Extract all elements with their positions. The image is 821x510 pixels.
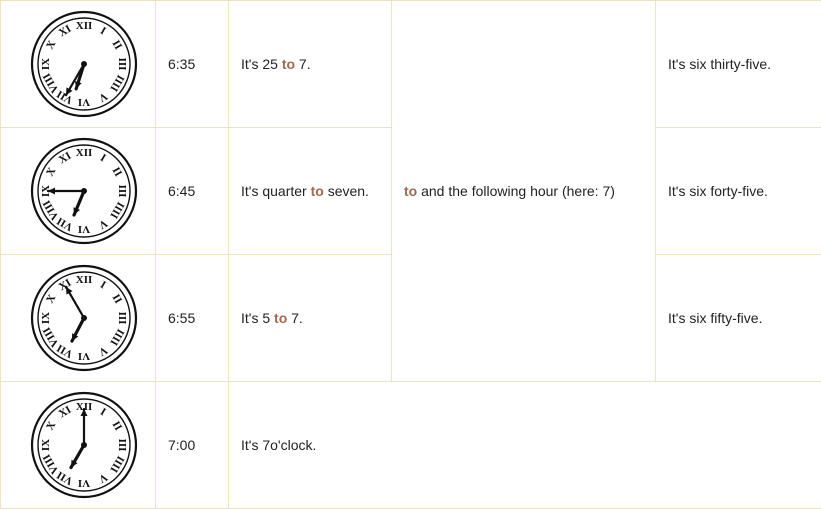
rule-text: and the following hour (here: 7) — [417, 183, 615, 199]
rule-keyword: to — [404, 183, 418, 199]
time-cell: 6:45 — [155, 127, 229, 255]
clock-numeral: IX — [40, 439, 52, 451]
clock-numeral: VI — [78, 223, 90, 235]
clock-center-pin — [81, 61, 87, 67]
analog-clock-icon: XII IIIIIIIIIIVVIVIIVIIIIXXXI — [30, 137, 138, 245]
clock-numeral: VI — [78, 350, 90, 362]
clock-numeral: VI — [78, 477, 90, 489]
expression-after: 7. — [287, 310, 303, 326]
expression-before: It's 5 — [241, 310, 275, 326]
expression-cell: It's quarter to seven. — [228, 127, 392, 255]
spoken-cell: It's six thirty-five. — [655, 0, 821, 128]
clock-cell: XII I II III IIII V VI VII VIII IX X XI — [0, 127, 156, 255]
expression-after: seven. — [323, 183, 369, 199]
clock-center-pin — [81, 188, 87, 194]
table-row: XII I II III IIII V VI VII VIII IX X XI 7:00 It's 7… — [0, 381, 821, 509]
analog-clock-icon: XII IIIIIIIIIIVVIVIIVIIIIXXXI — [30, 391, 138, 499]
clock-numeral: XII — [76, 274, 93, 286]
expression-before: It's quarter — [241, 183, 311, 199]
clock-numeral: III — [116, 439, 128, 452]
rule-cell: to and the following hour (here: 7) — [391, 0, 656, 382]
clock-numeral: IX — [40, 58, 52, 70]
clock-numeral: VI — [78, 96, 90, 108]
time-cell: 6:55 — [155, 254, 229, 382]
time-table: XII I II III IIII V VI VII VIII IX X XI 6:35 It's 2… — [0, 0, 821, 509]
clock-numeral: III — [116, 58, 128, 71]
expression-keyword: to — [310, 183, 324, 199]
clock-numeral: III — [116, 185, 128, 198]
time-cell: 6:35 — [155, 0, 229, 128]
expression-keyword: to — [281, 56, 296, 72]
clock-cell: XII I II III IIII V VI VII VIII IX X XI — [0, 0, 156, 128]
expression-after: 7. — [295, 56, 311, 72]
clock-numeral: XII — [76, 20, 93, 32]
expression-before: It's 25 — [241, 56, 282, 72]
expression-keyword: to — [274, 310, 288, 326]
table-row: XII I II III IIII V VI VII VIII IX X XI 6:35 It's 2… — [0, 0, 821, 382]
clock-numeral: IX — [40, 312, 52, 324]
expression-cell: It's 5 to 7. — [228, 254, 392, 382]
expression-cell: It's 7o'clock. — [228, 381, 821, 509]
spoken-cell: It's six fifty-five. — [655, 254, 821, 382]
expression-before: It's 7o'clock. — [241, 437, 317, 453]
spoken-cell: It's six forty-five. — [655, 127, 821, 255]
expression-cell: It's 25 to 7. — [228, 0, 392, 128]
clock-cell: XII I II III IIII V VI VII VIII IX X XI — [0, 254, 156, 382]
clock-numeral: XII — [76, 147, 93, 159]
analog-clock-icon: XII IIIIIIIIIIVVIVIIVIIIIXXXI — [30, 10, 138, 118]
clock-numeral: III — [116, 312, 128, 325]
clock-center-pin — [81, 315, 87, 321]
clock-center-pin — [81, 442, 87, 448]
clock-cell: XII I II III IIII V VI VII VIII IX X XI — [0, 381, 156, 509]
analog-clock-icon: XII IIIIIIIIIIVVIVIIVIIIIXXXI — [30, 264, 138, 372]
time-cell: 7:00 — [155, 381, 229, 509]
